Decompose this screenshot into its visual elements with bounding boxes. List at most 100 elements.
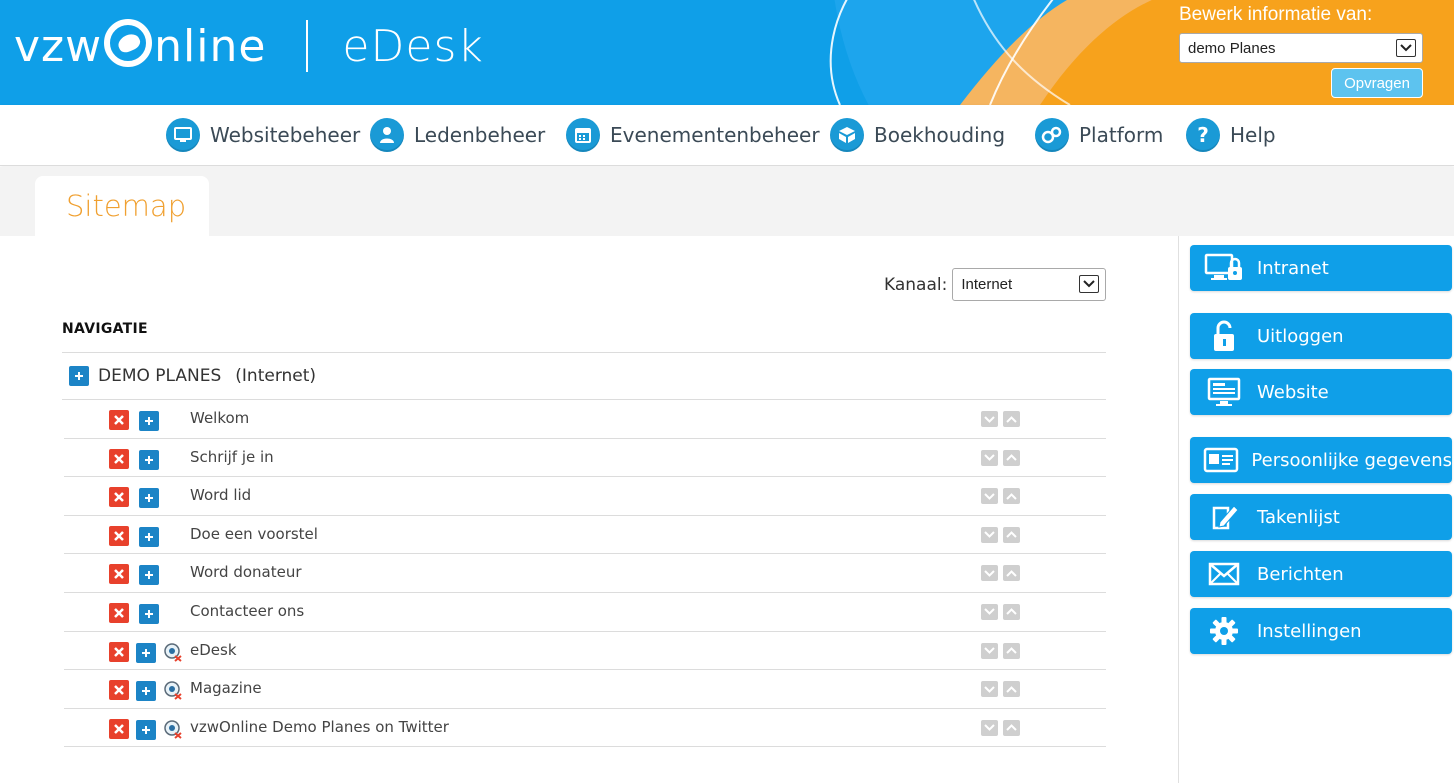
tree-item-label[interactable]: Word lid xyxy=(190,486,251,504)
takenlijst-button[interactable]: Takenlijst xyxy=(1190,494,1452,540)
tree-root: DEMO PLANES (Internet) xyxy=(62,353,1106,400)
move-up-button[interactable] xyxy=(1003,449,1020,466)
plus-icon xyxy=(145,532,153,541)
move-up-button[interactable] xyxy=(1003,411,1020,427)
move-up-button[interactable] xyxy=(1003,565,1020,582)
nav-boekhouding[interactable]: Boekhouding xyxy=(830,117,1005,153)
tab-strip: Sitemap xyxy=(0,167,1454,236)
add-subitem-button[interactable] xyxy=(136,642,156,663)
sidebar-label: Uitloggen xyxy=(1257,325,1344,347)
delete-item-button[interactable] xyxy=(109,680,129,701)
move-down-button[interactable] xyxy=(981,411,998,427)
sidebar-label: Berichten xyxy=(1257,563,1344,585)
add-subitem-button[interactable] xyxy=(139,603,159,624)
nav-ledenbeheer[interactable]: Ledenbeheer xyxy=(370,117,545,153)
intranet-button[interactable]: Intranet xyxy=(1190,245,1452,291)
padlock-open-icon xyxy=(1203,319,1245,353)
organisation-select[interactable]: demo Planes xyxy=(1179,33,1423,63)
logo-globe-icon xyxy=(104,19,153,67)
chevron-down-icon xyxy=(984,531,995,539)
tab-sitemap[interactable]: Sitemap xyxy=(35,176,209,236)
organisation-picker: Bewerk informatie van: demo Planes xyxy=(1179,4,1439,63)
move-down-button[interactable] xyxy=(981,565,998,582)
add-subitem-button[interactable] xyxy=(139,488,159,509)
chevron-up-icon xyxy=(1006,685,1017,693)
sidebar-label: Persoonlijke gegevens xyxy=(1251,449,1452,471)
move-up-button[interactable] xyxy=(1003,488,1020,505)
add-subitem-button[interactable] xyxy=(139,526,159,547)
monitor-icon xyxy=(166,118,200,152)
nav-help[interactable]: ? Help xyxy=(1186,117,1276,153)
chevron-up-icon xyxy=(1006,608,1017,616)
kanaal-select[interactable]: Internet xyxy=(952,268,1107,301)
move-down-button[interactable] xyxy=(981,488,998,505)
instellingen-button[interactable]: Instellingen xyxy=(1190,608,1452,654)
move-down-button[interactable] xyxy=(981,603,998,620)
logo-text-left: vzw xyxy=(14,20,103,72)
chevron-down-icon xyxy=(1396,39,1416,57)
tree-row: Welkom xyxy=(64,400,1106,439)
question-icon: ? xyxy=(1186,118,1220,152)
plus-icon xyxy=(145,571,153,580)
delete-item-button[interactable] xyxy=(109,564,129,585)
close-icon xyxy=(114,569,124,580)
move-up-button[interactable] xyxy=(1003,681,1020,698)
hidden-link-icon[interactable] xyxy=(163,719,183,739)
tree-item-label[interactable]: Word donateur xyxy=(190,563,302,581)
tree-item-label[interactable]: Magazine xyxy=(190,679,262,697)
delete-item-button[interactable] xyxy=(109,641,129,662)
nav-websitebeheer[interactable]: Websitebeheer xyxy=(166,117,360,153)
website-button[interactable]: Website xyxy=(1190,369,1452,415)
delete-item-button[interactable] xyxy=(109,602,129,623)
close-icon xyxy=(114,646,124,657)
hidden-link-icon[interactable] xyxy=(163,642,183,662)
tree-children: Welkom Schrijf je in Word lid Doe een voors… xyxy=(64,400,1106,748)
tree-row: Magazine xyxy=(64,670,1106,709)
nav-label: Boekhouding xyxy=(874,123,1006,147)
hidden-link-icon[interactable] xyxy=(163,680,183,700)
nav-platform[interactable]: Platform xyxy=(1035,117,1163,153)
move-down-button[interactable] xyxy=(981,681,998,698)
delete-item-button[interactable] xyxy=(109,448,129,469)
opvragen-button[interactable]: Opvragen xyxy=(1331,68,1423,98)
move-down-button[interactable] xyxy=(981,526,998,543)
delete-item-button[interactable] xyxy=(109,410,129,430)
move-down-button[interactable] xyxy=(981,449,998,466)
tree-item-label[interactable]: Welkom xyxy=(190,409,249,427)
berichten-button[interactable]: Berichten xyxy=(1190,551,1452,597)
delete-item-button[interactable] xyxy=(109,487,129,508)
tree-item-label[interactable]: Schrijf je in xyxy=(190,448,274,466)
close-icon xyxy=(114,453,124,464)
nav-label: Ledenbeheer xyxy=(414,123,546,147)
plus-icon xyxy=(142,648,150,657)
tree-item-label[interactable]: Contacteer ons xyxy=(190,602,304,620)
nav-evenementenbeheer[interactable]: Evenementenbeheer xyxy=(566,117,820,153)
tree-row: Schrijf je in xyxy=(64,439,1106,478)
uitloggen-button[interactable]: Uitloggen xyxy=(1190,313,1452,359)
add-subitem-button[interactable] xyxy=(139,565,159,586)
envelope-icon xyxy=(1203,557,1245,591)
persoonlijke-gegevens-button[interactable]: Persoonlijke gegevens xyxy=(1190,437,1452,483)
chevron-down-icon xyxy=(984,415,995,423)
add-subitem-button[interactable] xyxy=(136,719,156,740)
add-subitem-button[interactable] xyxy=(136,681,156,702)
move-down-button[interactable] xyxy=(981,719,998,736)
move-up-button[interactable] xyxy=(1003,603,1020,620)
tree-item-label[interactable]: vzwOnline Demo Planes on Twitter xyxy=(190,718,449,736)
delete-item-button[interactable] xyxy=(109,718,129,739)
move-down-button[interactable] xyxy=(981,642,998,659)
chevron-down-icon xyxy=(984,685,995,693)
delete-item-button[interactable] xyxy=(109,525,129,546)
add-root-button[interactable] xyxy=(69,366,89,386)
logo[interactable]: vzw nline eDesk xyxy=(14,14,484,78)
organisation-picker-label: Bewerk informatie van: xyxy=(1179,4,1373,25)
move-up-button[interactable] xyxy=(1003,642,1020,659)
tree-item-label[interactable]: Doe een voorstel xyxy=(190,525,318,543)
section-heading: NAVIGATIE xyxy=(62,321,148,337)
calendar-icon xyxy=(566,118,600,152)
move-up-button[interactable] xyxy=(1003,719,1020,736)
move-up-button[interactable] xyxy=(1003,526,1020,543)
add-subitem-button[interactable] xyxy=(139,411,159,431)
add-subitem-button[interactable] xyxy=(139,449,159,470)
tree-item-label[interactable]: eDesk xyxy=(190,641,237,659)
